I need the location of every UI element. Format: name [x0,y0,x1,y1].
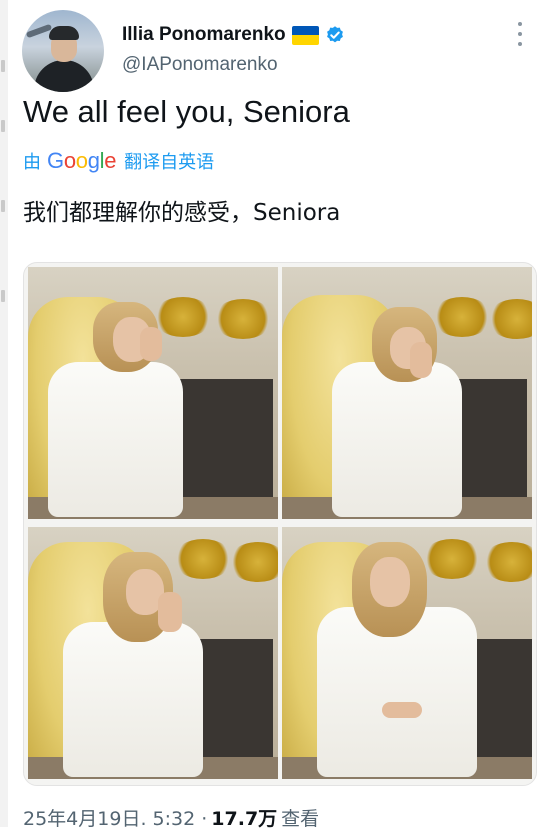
google-logo: Google [47,148,117,173]
edge-mark [1,120,5,132]
avatar-jacket [34,60,94,92]
edge-mark [1,60,5,72]
ukraine-flag-icon [291,25,319,45]
author-name-row: Illia Ponomarenko [122,24,345,46]
tweet-photo[interactable] [28,267,278,519]
avatar-cap [49,26,79,40]
verified-badge-icon [326,26,343,43]
translated-tweet-text: 我们都理解你的感受，Seniora [23,200,341,226]
left-edge-strip [0,0,8,827]
author-display-name[interactable]: Illia Ponomarenko [122,24,286,46]
tweet-text: We all feel you, Seniora [23,94,350,129]
tweet-media-grid[interactable] [23,262,537,786]
tweet-photo[interactable] [282,527,532,779]
edge-mark [1,200,5,212]
tweet-photo[interactable] [28,527,278,779]
translation-prefix: 由 [23,152,41,173]
author-avatar[interactable] [22,10,104,92]
tweet-photo[interactable] [282,267,532,519]
translation-suffix: 翻译自英语 [124,152,215,173]
translation-attribution[interactable]: 由 Google 翻译自英语 [23,148,214,174]
edge-mark [1,290,5,302]
more-options-icon[interactable] [510,22,530,46]
author-handle[interactable]: @IAPonomarenko [122,54,278,76]
